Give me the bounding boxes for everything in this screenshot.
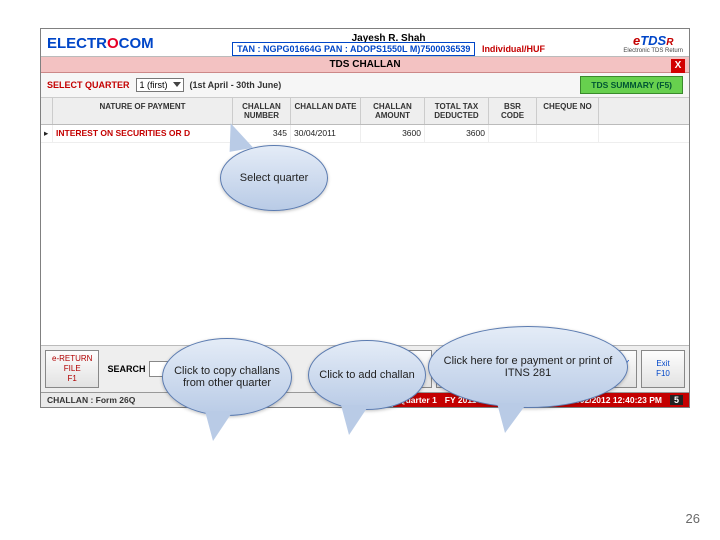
assessee-category: Individual/HUF — [482, 44, 545, 54]
etds-c: R — [666, 37, 673, 48]
brand-logo: ELECTROCOM — [47, 35, 154, 52]
brand-part-b: O — [107, 35, 119, 52]
col-cheque: CHEQUE NO — [537, 98, 599, 124]
ereturn-a: e-RETURN — [52, 354, 92, 364]
grid-body: ▸ INTEREST ON SECURITIES OR D 345 30/04/… — [41, 125, 689, 345]
row-nature: INTEREST ON SECURITIES OR D — [53, 125, 233, 142]
search-label: SEARCH — [107, 364, 145, 374]
callout-itns-281: Click here for e payment or print of ITN… — [428, 326, 628, 408]
grid-header: NATURE OF PAYMENT CHALLAN NUMBER CHALLAN… — [41, 98, 689, 125]
close-button[interactable]: X — [671, 59, 685, 73]
callout-text-3: Click to add challan — [319, 369, 414, 381]
brand-part-c: COM — [119, 35, 154, 52]
quarter-select[interactable]: 1 (first) — [136, 78, 184, 92]
col-challan-no: CHALLAN NUMBER — [233, 98, 291, 124]
brand-part-a: ELECTR — [47, 35, 107, 52]
callout-select-quarter: Select quarter — [220, 145, 328, 211]
ereturn-b: FILE — [64, 364, 81, 374]
quarter-row: SELECT QUARTER 1 (first) (1st April - 30… — [41, 73, 689, 98]
row-bsr — [489, 125, 537, 142]
tds-summary-button[interactable]: TDS SUMMARY (F5) — [580, 76, 683, 94]
etds-sub: Electronic TDS Return — [623, 48, 683, 54]
row-challan-amt: 3600 — [361, 125, 425, 142]
ereturn-c: F1 — [68, 374, 77, 384]
row-marker: ▸ — [41, 125, 53, 142]
status-badge: 5 — [670, 395, 683, 405]
row-tax-deducted: 3600 — [425, 125, 489, 142]
callout-add-challan: Click to add challan — [308, 340, 426, 410]
row-challan-date: 30/04/2011 — [291, 125, 361, 142]
etds-logo: eTDSR — [623, 33, 683, 48]
callout-text-2: Click to copy challans from other quarte… — [173, 365, 281, 389]
quarter-range: (1st April - 30th June) — [190, 80, 282, 90]
col-tax-deducted: TOTAL TAX DEDUCTED — [425, 98, 489, 124]
row-cheque — [537, 125, 599, 142]
col-nature: NATURE OF PAYMENT — [53, 98, 233, 124]
quarter-value: 1 (first) — [140, 80, 168, 90]
exit-a: Exit — [656, 359, 669, 369]
select-quarter-label: SELECT QUARTER — [47, 80, 130, 90]
col-marker — [41, 98, 53, 124]
title-bar: TDS CHALLAN X — [41, 57, 689, 73]
col-challan-amt: CHALLAN AMOUNT — [361, 98, 425, 124]
ereturn-button[interactable]: e-RETURN FILE F1 — [45, 350, 99, 388]
callout-text-4: Click here for e payment or print of ITN… — [439, 355, 617, 379]
col-bsr: BSR CODE — [489, 98, 537, 124]
exit-button[interactable]: Exit F10 — [641, 350, 685, 388]
col-challan-date: CHALLAN DATE — [291, 98, 361, 124]
slide-number: 26 — [686, 511, 700, 526]
tan-pan-line: TAN : NGPG01664G PAN : ADOPS1550L M)7500… — [232, 42, 475, 56]
callout-text-1: Select quarter — [240, 172, 308, 184]
app-header: ELECTROCOM Jayesh R. Shah TAN : NGPG0166… — [41, 29, 689, 57]
exit-b: F10 — [656, 369, 670, 379]
table-row[interactable]: ▸ INTEREST ON SECURITIES OR D 345 30/04/… — [41, 125, 689, 143]
etds-b: TDS — [640, 33, 666, 48]
page-title: TDS CHALLAN — [329, 59, 400, 70]
callout-copy-challans: Click to copy challans from other quarte… — [162, 338, 292, 416]
